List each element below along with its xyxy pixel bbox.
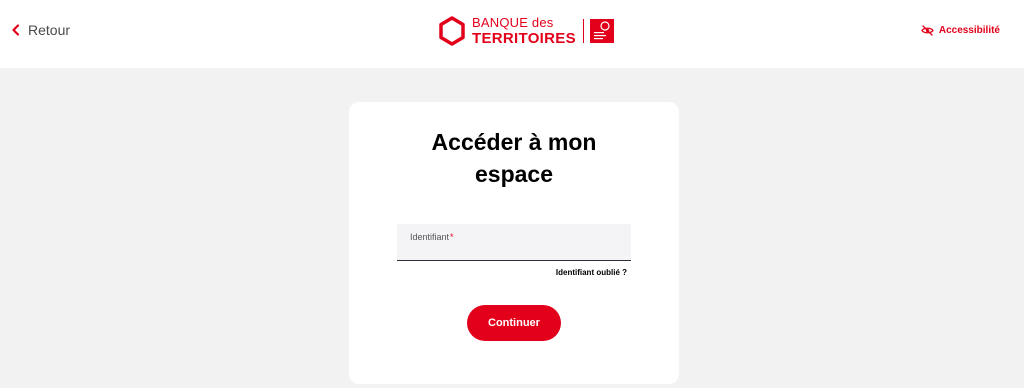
identifier-label-text: Identifiant [410, 232, 450, 242]
chevron-left-icon [12, 24, 20, 36]
logo-line-1: BANQUE des [472, 15, 554, 30]
forgot-identifier-link[interactable]: Identifiant oublié ? [556, 268, 627, 277]
login-card: Accéder à mon espace Identifiant* Identi… [349, 102, 679, 384]
caisse-des-depots-logo-icon [589, 19, 614, 43]
page-title-line-1: Accéder à mon [431, 129, 597, 155]
logo-divider [582, 19, 584, 43]
hexagon-logo-icon [439, 16, 465, 46]
identifier-label: Identifiant* [410, 232, 454, 242]
required-asterisk: * [450, 232, 454, 242]
top-header: Retour BANQUE des TERRITOIRES Accessibil… [0, 0, 1024, 68]
identifier-field[interactable]: Identifiant* [397, 224, 631, 261]
page-title: Accéder à mon espace [349, 126, 679, 190]
accessibility-label: Accessibilité [938, 25, 1000, 36]
logo-text: BANQUE des TERRITOIRES [472, 16, 576, 46]
logo-line-2: TERRITOIRES [472, 30, 576, 47]
banque-des-territoires-logo: BANQUE des TERRITOIRES [438, 15, 614, 47]
identifier-input[interactable] [409, 242, 621, 258]
accessibility-link[interactable]: Accessibilité [921, 25, 1000, 36]
back-link[interactable]: Retour [11, 22, 70, 38]
eye-slash-icon [921, 25, 934, 36]
continue-button[interactable]: Continuer [467, 305, 561, 341]
page-title-line-2: espace [474, 161, 553, 187]
back-label: Retour [28, 22, 71, 38]
